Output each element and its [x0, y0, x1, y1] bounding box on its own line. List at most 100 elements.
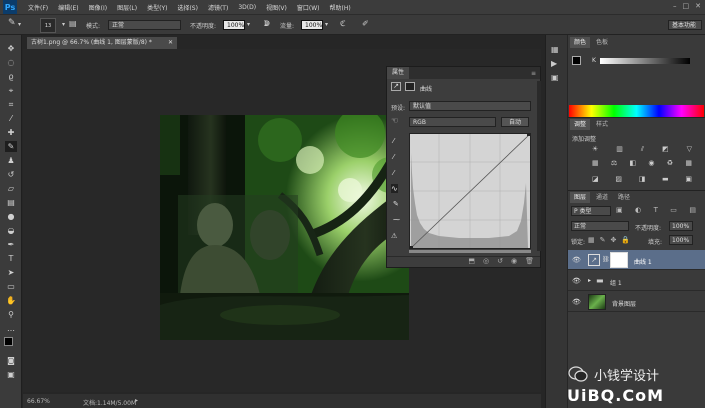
- tab-paths[interactable]: 路径: [614, 192, 634, 203]
- zoom-tool-icon[interactable]: ⚲: [5, 309, 17, 320]
- dodge-tool-icon[interactable]: ◒: [5, 225, 17, 236]
- menu-window[interactable]: 窗口(W): [292, 3, 325, 12]
- hue-saturation-icon[interactable]: ▦: [592, 159, 599, 169]
- eye-icon[interactable]: 👁: [572, 277, 581, 285]
- document-tab[interactable]: 古树1.png @ 66.7% (曲线 1, 图层蒙版/8) * ✕: [27, 37, 177, 49]
- menu-3d[interactable]: 3D(D): [233, 4, 261, 11]
- history-icon[interactable]: ▦: [551, 45, 563, 55]
- history-brush-tool-icon[interactable]: ↺: [5, 169, 17, 180]
- brush-panel-icon[interactable]: ▤: [69, 19, 77, 28]
- minimize-icon[interactable]: –: [673, 2, 677, 10]
- gradient-tool-icon[interactable]: ▤: [5, 197, 17, 208]
- target-adjust-icon[interactable]: ☜: [391, 116, 398, 125]
- quick-mask-icon[interactable]: ◙: [5, 355, 17, 366]
- document-image[interactable]: [160, 115, 409, 340]
- healing-tool-icon[interactable]: ✚: [5, 127, 17, 138]
- auto-button[interactable]: 自动: [501, 117, 529, 127]
- menu-file[interactable]: 文件(F): [23, 3, 53, 12]
- chevron-down-icon[interactable]: ▾: [247, 21, 250, 28]
- foreground-color-swatch[interactable]: [4, 337, 13, 346]
- more-tools-icon[interactable]: …: [5, 323, 17, 334]
- chevron-down-icon[interactable]: ▾: [18, 21, 21, 28]
- tab-styles[interactable]: 样式: [592, 119, 612, 130]
- lock-move-icon[interactable]: ✥: [610, 236, 616, 246]
- menu-select[interactable]: 选择(S): [172, 3, 203, 12]
- layer-row-background[interactable]: 👁 背景图层: [568, 292, 705, 312]
- color-spectrum[interactable]: [569, 105, 704, 117]
- menu-view[interactable]: 视图(V): [261, 3, 292, 12]
- blur-tool-icon[interactable]: ●: [5, 211, 17, 222]
- k-slider[interactable]: [600, 58, 690, 64]
- selective-color-icon[interactable]: ▣: [685, 175, 692, 185]
- opacity-input[interactable]: 100%: [223, 20, 245, 30]
- close-icon[interactable]: ✕: [695, 2, 701, 10]
- filter-shape-icon[interactable]: ▭: [670, 206, 677, 216]
- mode-select[interactable]: 正常: [108, 20, 181, 30]
- clip-to-layer-icon[interactable]: ⬒: [468, 257, 475, 267]
- foreground-color-swatch[interactable]: [572, 56, 581, 65]
- lock-brush-icon[interactable]: ✎: [600, 236, 606, 246]
- color-lookup-icon[interactable]: ▦: [685, 159, 692, 169]
- menu-filter[interactable]: 滤镜(T): [203, 3, 233, 12]
- tab-color[interactable]: 颜色: [570, 37, 591, 48]
- posterize-icon[interactable]: ▨: [615, 175, 622, 185]
- link-icon[interactable]: ⛓: [602, 256, 610, 263]
- blend-mode-select[interactable]: 正常: [571, 221, 629, 231]
- menu-image[interactable]: 图像(I): [84, 3, 112, 12]
- channel-mixer-icon[interactable]: ♻: [667, 159, 673, 169]
- quick-select-tool-icon[interactable]: ⌖: [5, 85, 17, 96]
- flow-input[interactable]: 100%: [301, 20, 323, 30]
- layer-name[interactable]: 组 1: [610, 278, 622, 287]
- layer-row-group[interactable]: 👁 ▸ ▬ 组 1: [568, 271, 705, 291]
- exposure-icon[interactable]: ◩: [662, 145, 669, 155]
- eye-icon[interactable]: 👁: [572, 298, 581, 306]
- curves-adjustment-icon[interactable]: ↗: [391, 82, 401, 91]
- brush-tool-icon[interactable]: ✎: [5, 141, 17, 152]
- threshold-icon[interactable]: ◨: [639, 175, 646, 185]
- chevron-right-icon[interactable]: ▸: [588, 277, 591, 284]
- mask-icon[interactable]: [405, 82, 415, 91]
- panel-menu-icon[interactable]: ≡: [531, 70, 536, 77]
- path-select-tool-icon[interactable]: ➤: [5, 267, 17, 278]
- properties-icon[interactable]: ▣: [551, 73, 563, 83]
- eyedropper-tool-icon[interactable]: ⁄: [5, 113, 17, 124]
- fill-input[interactable]: 100%: [669, 235, 693, 245]
- delete-icon[interactable]: 🗑: [525, 257, 534, 267]
- pen-tool-icon[interactable]: ✒: [5, 239, 17, 250]
- gradient-map-icon[interactable]: ▬: [662, 175, 669, 185]
- chevron-down-icon[interactable]: ▾: [62, 21, 65, 28]
- move-tool-icon[interactable]: ✥: [5, 43, 17, 54]
- properties-tab[interactable]: 属性: [387, 67, 410, 79]
- eyedropper-black-icon[interactable]: ⁄: [393, 137, 394, 145]
- screen-mode-icon[interactable]: ▣: [5, 369, 17, 380]
- menu-edit[interactable]: 编辑(E): [53, 3, 83, 12]
- scrollbar[interactable]: [537, 81, 541, 251]
- view-previous-icon[interactable]: ◎: [483, 257, 489, 267]
- curves-icon[interactable]: ⫽: [641, 145, 644, 155]
- filter-adjust-icon[interactable]: ◐: [635, 206, 641, 216]
- lock-transparent-icon[interactable]: ▦: [588, 236, 595, 246]
- layer-name[interactable]: 背景图层: [612, 299, 636, 308]
- type-tool-icon[interactable]: T: [5, 253, 17, 264]
- photo-filter-icon[interactable]: ◉: [648, 159, 654, 169]
- layer-mask-thumbnail[interactable]: [610, 252, 628, 268]
- pencil-curve-icon[interactable]: ✎: [393, 200, 399, 208]
- eraser-tool-icon[interactable]: ▱: [5, 183, 17, 194]
- marquee-tool-icon[interactable]: ◌: [5, 57, 17, 68]
- eyedropper-gray-icon[interactable]: ⁄: [393, 153, 394, 161]
- clone-stamp-tool-icon[interactable]: ♟: [5, 155, 17, 166]
- lock-all-icon[interactable]: 🔒: [621, 236, 630, 246]
- maximize-icon[interactable]: □: [683, 2, 690, 10]
- filter-pixel-icon[interactable]: ▣: [616, 206, 623, 216]
- filter-type-icon[interactable]: T: [654, 206, 658, 216]
- levels-icon[interactable]: ▥: [616, 145, 623, 155]
- workspace-select[interactable]: 基本功能: [668, 20, 702, 30]
- filter-smart-icon[interactable]: ▤: [689, 206, 696, 216]
- curves-graph[interactable]: [409, 133, 531, 253]
- layer-kind-filter[interactable]: P 类型: [571, 206, 611, 216]
- brightness-icon[interactable]: ☀: [592, 145, 598, 155]
- tab-swatches[interactable]: 色板: [592, 37, 612, 48]
- preset-select[interactable]: 默认值: [409, 101, 531, 111]
- curve-edit-icon[interactable]: ∿: [391, 184, 398, 193]
- color-balance-icon[interactable]: ⚖: [611, 159, 617, 169]
